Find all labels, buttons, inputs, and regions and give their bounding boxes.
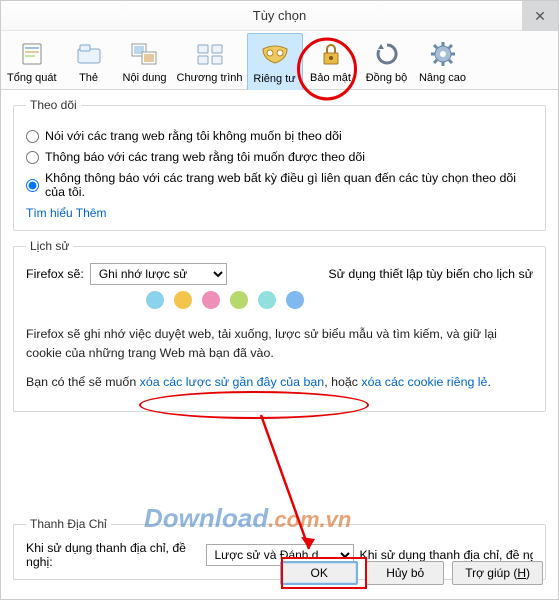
tab-label: Chương trình (177, 72, 243, 84)
ok-button[interactable]: OK (280, 561, 358, 585)
tab-sync[interactable]: Đồng bộ (359, 33, 415, 89)
addressbar-label: Khi sử dụng thanh địa chỉ, đề nghị: (26, 541, 200, 569)
tab-security[interactable]: Bảo mật (303, 33, 359, 89)
sync-icon (372, 39, 402, 69)
tab-privacy[interactable]: Riêng tư (247, 33, 303, 90)
history-mode-select[interactable]: Ghi nhớ lược sử (90, 263, 227, 285)
learn-more-link[interactable]: Tìm hiểu Thêm (26, 206, 106, 220)
tab-label: Nâng cao (419, 72, 466, 84)
lock-icon (316, 39, 346, 69)
tab-label: Thẻ (79, 72, 98, 84)
dialog-buttons: OK Hủy bỏ Trợ giúp (H) (280, 561, 543, 585)
close-button[interactable]: ✕ (522, 1, 558, 31)
tab-advanced[interactable]: Nâng cao (415, 33, 471, 89)
privacy-mask-icon (260, 40, 290, 70)
tabs-icon (74, 39, 104, 69)
history-description: Firefox sẽ ghi nhớ việc duyệt web, tải x… (26, 325, 533, 363)
tracking-legend: Theo dõi (26, 98, 81, 112)
applications-icon (195, 39, 225, 69)
help-button[interactable]: Trợ giúp (H) (452, 561, 543, 585)
history-group: Lịch sử Firefox sẽ: Ghi nhớ lược sử Sử d… (13, 239, 546, 412)
gear-icon (428, 39, 458, 69)
radio-label: Nói với các trang web rằng tôi không muố… (45, 129, 342, 143)
history-prefix: Firefox sẽ: (26, 267, 84, 281)
tab-tabs[interactable]: Thẻ (61, 33, 117, 89)
tab-applications[interactable]: Chương trình (173, 33, 247, 89)
radio-label: Thông báo với các trang web rằng tôi muố… (45, 150, 365, 164)
general-icon (17, 39, 47, 69)
watermark-dots (146, 291, 533, 309)
tab-label: Riêng tư (253, 73, 295, 85)
tab-label: Tổng quát (7, 72, 57, 84)
tracking-group: Theo dõi Nói với các trang web rằng tôi … (13, 98, 546, 231)
history-legend: Lịch sử (26, 239, 73, 253)
tab-label: Nội dung (123, 72, 167, 84)
tracking-opt-none[interactable]: Không thông báo với các trang web bất kỳ… (26, 171, 533, 199)
history-tail-hint: Sử dụng thiết lập tùy biến cho lịch sử (328, 267, 533, 281)
content-icon (130, 39, 160, 69)
tab-label: Bảo mật (310, 72, 351, 84)
tab-content[interactable]: Nội dung (117, 33, 173, 89)
radio-none[interactable] (26, 179, 39, 192)
radio-allow[interactable] (26, 151, 39, 164)
tracking-opt-allow[interactable]: Thông báo với các trang web rằng tôi muố… (26, 150, 533, 164)
tab-general[interactable]: Tổng quát (3, 33, 61, 89)
window-title: Tùy chọn (253, 8, 306, 23)
options-tabs: Tổng quát Thẻ Nội dung Chương trình Riên… (1, 31, 558, 90)
addressbar-after: Khi sử dụng thanh địa chỉ, đề nghị: (360, 548, 534, 562)
radio-label: Không thông báo với các trang web bất kỳ… (45, 171, 533, 199)
addressbar-legend: Thanh Địa Chỉ (26, 517, 111, 531)
clear-cookies-link[interactable]: xóa các cookie riêng lẻ (361, 375, 487, 389)
titlebar: Tùy chọn ✕ (1, 1, 558, 31)
cancel-button[interactable]: Hủy bỏ (366, 561, 444, 585)
clear-recent-history-link[interactable]: xóa các lược sử gần đây của bạn (140, 375, 325, 389)
radio-dnt[interactable] (26, 130, 39, 143)
tracking-opt-dnt[interactable]: Nói với các trang web rằng tôi không muố… (26, 129, 533, 143)
tab-label: Đồng bộ (366, 72, 408, 84)
history-clear-hint: Bạn có thể sẽ muốn xóa các lược sử gần đ… (26, 373, 533, 392)
